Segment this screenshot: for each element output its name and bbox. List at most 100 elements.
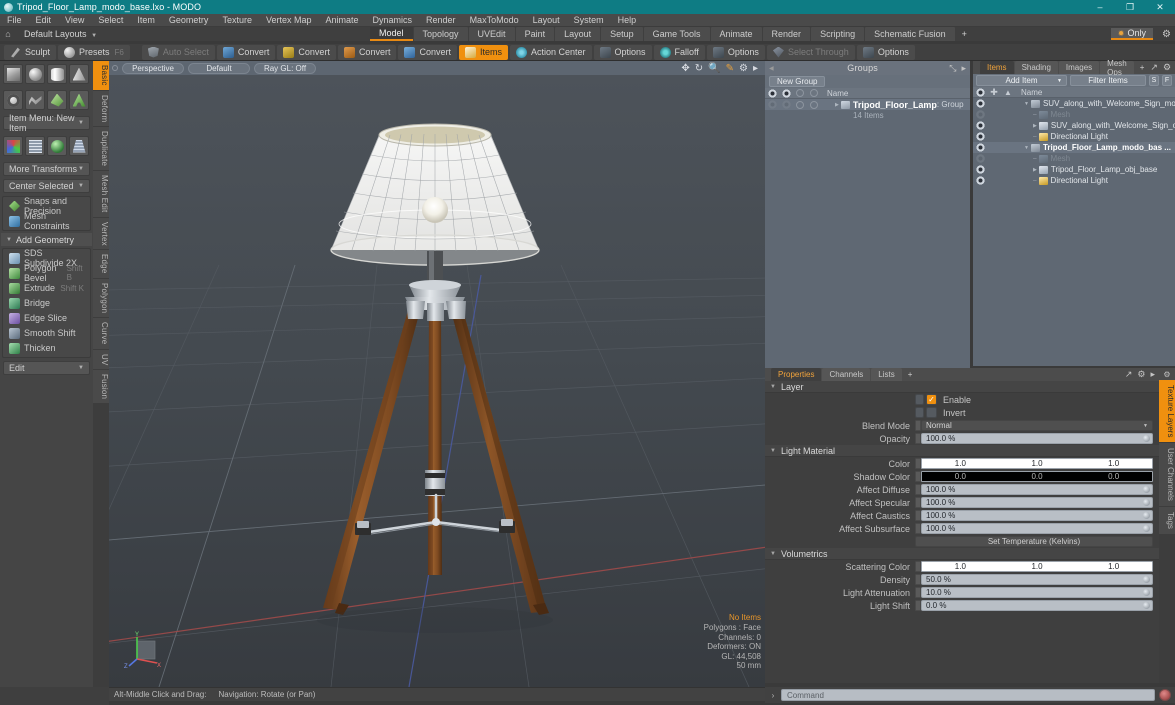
geometry-tool-extrude[interactable]: Extrude Shift K [6,281,87,295]
items-row[interactable]: ▼ Tripod_Floor_Lamp_modo_bas ... [973,142,1175,153]
zoom-icon[interactable]: 🔍 [708,63,720,74]
edit-dropdown[interactable]: Edit ▼ [3,361,90,375]
toolbar-button-select-through[interactable]: Select Through [766,44,855,60]
layout-tab-topology[interactable]: Topology [413,27,468,41]
property-field-affect-diffuse[interactable]: Affect Diffuse 100.0 % [765,483,1159,496]
row-visibility-icon[interactable] [973,121,987,130]
cylinder-shape-icon[interactable] [47,64,67,84]
row-select-icon[interactable] [807,100,821,109]
property-button-set-temperature-kelvins-[interactable]: Set Temperature (Kelvins) [765,535,1159,548]
maximize-button[interactable]: ❐ [1115,0,1145,14]
pillar-icon[interactable] [69,136,89,156]
property-checkbox-invert[interactable]: ✓ Invert [765,406,1159,419]
add-items-tab-button[interactable]: + [1135,61,1150,74]
field-value[interactable]: 100.0 % [921,523,1153,534]
cone-shape-icon[interactable] [69,64,89,84]
property-field-light-attenuation[interactable]: Light Attenuation 10.0 % [765,586,1159,599]
gear-icon[interactable]: ⚙ [1163,62,1171,73]
expand-icon[interactable]: ⤡ [949,63,956,74]
properties-section-layer[interactable]: ▼ Layer [765,381,1159,393]
panel-arrow-icon[interactable]: ▸ [1150,369,1155,380]
slider-knob-icon[interactable] [1143,512,1150,519]
add-item-button[interactable]: Add Item ▼ [976,75,1067,86]
left-vtab-duplicate[interactable]: Duplicate [93,127,109,171]
left-vtab-uv[interactable]: UV [93,349,109,370]
move-icon[interactable]: ✥ [681,63,689,74]
toolbar-button-convert[interactable]: Convert [337,44,397,60]
property-color-shadow-color[interactable]: Shadow Color 0.0 0.0 0.0 [765,470,1159,483]
grid-mesh-icon[interactable] [25,136,45,156]
property-field-density[interactable]: Density 50.0 % [765,573,1159,586]
expand-triangle-icon[interactable]: ─ [1033,156,1037,162]
row-visibility-icon[interactable] [973,154,987,163]
field-value[interactable]: 100.0 % [921,484,1153,495]
menu-item-layout[interactable]: Layout [526,14,567,27]
row-visibility-icon[interactable] [973,99,987,108]
enable-checkbox[interactable]: ✓ [926,394,937,405]
dropdown-value[interactable]: Normal ▼ [921,420,1153,431]
property-checkbox-enable[interactable]: ✓ Enable [765,393,1159,406]
item-menu-dropdown[interactable]: Item Menu: New Item ▼ [3,113,90,133]
groups-row[interactable]: ▶ Tripod_Floor_Lamp: Group [765,99,970,110]
layout-tab-animate[interactable]: Animate [710,27,762,41]
center-selected-dropdown[interactable]: Center Selected ▼ [3,179,90,193]
close-button[interactable]: ✕ [1145,0,1175,14]
field-value[interactable]: 50.0 % [921,574,1153,585]
record-icon[interactable] [1159,689,1171,701]
default-layouts-dropdown[interactable]: Default Layouts ▼ [16,29,105,39]
filter-s-button[interactable]: S [1149,75,1159,86]
expand-icon[interactable]: ↗ [1125,369,1133,380]
color-swatch[interactable]: 1.0 1.0 1.0 [921,561,1153,572]
items-tab-shading[interactable]: Shading [1014,61,1058,74]
toolbar-button-options[interactable]: Options [593,44,652,60]
toolbar-button-action-center[interactable]: Action Center [509,44,592,60]
curve-shape-icon[interactable] [25,90,45,110]
toolbar-button-options[interactable]: Options [856,44,915,60]
items-tab-items[interactable]: Items [980,61,1014,74]
layout-tab-schematic-fusion[interactable]: Schematic Fusion [865,27,955,41]
geometry-tool-thicken[interactable]: Thicken [6,341,87,355]
mesh-constraints-button[interactable]: Mesh Constraints [6,211,87,231]
toolbar-button-options[interactable]: Options [706,44,765,60]
property-field-opacity[interactable]: Opacity 100.0 % [765,432,1159,445]
row-visibility-icon[interactable] [973,110,987,119]
layout-tab-game-tools[interactable]: Game Tools [643,27,710,41]
expand-triangle-icon[interactable]: ▶ [1033,167,1037,173]
left-vtab-mesh-edit[interactable]: Mesh Edit [93,171,109,217]
items-row[interactable]: ▶ Tripod_Floor_Lamp_obj_base [973,164,1175,175]
menu-item-help[interactable]: Help [611,14,644,27]
new-group-button[interactable]: New Group [769,76,826,87]
field-value[interactable]: 100.0 % [921,497,1153,508]
menu-item-system[interactable]: System [567,14,611,27]
expand-triangle-icon[interactable]: ▼ [1024,101,1029,107]
expand-triangle-icon[interactable]: ▼ [1024,145,1029,151]
geometry-tool-bridge[interactable]: Bridge [6,296,87,310]
polygon-shape-icon[interactable] [47,90,67,110]
expand-triangle-icon[interactable]: ─ [1033,134,1037,140]
add-layout-tab-button[interactable]: + [956,27,973,41]
left-vtab-vertex[interactable]: Vertex [93,217,109,250]
gear-icon[interactable]: ⚙ [1162,29,1171,40]
command-input[interactable]: Command [781,689,1155,701]
items-row[interactable]: ─ Directional Light [973,131,1175,142]
expand-triangle-icon[interactable]: ▶ [835,102,839,108]
property-color-color[interactable]: Color 1.0 1.0 1.0 [765,457,1159,470]
geometry-tool-smooth-shift[interactable]: Smooth Shift [6,326,87,340]
property-color-scattering-color[interactable]: Scattering Color 1.0 1.0 1.0 [765,560,1159,573]
field-value[interactable]: 0.0 % [921,600,1153,611]
properties-section-volumetrics[interactable]: ▼ Volumetrics [765,548,1159,560]
expand-triangle-icon[interactable]: ─ [1033,112,1037,118]
menu-item-select[interactable]: Select [91,14,130,27]
field-value[interactable]: 100.0 % [921,433,1153,444]
invert-checkbox[interactable]: ✓ [926,407,937,418]
color-swatch[interactable]: 1.0 1.0 1.0 [921,458,1153,469]
left-vtab-basic[interactable]: Basic [93,61,109,90]
view-mode-dropdown[interactable]: Perspective [122,62,184,74]
row-render-icon[interactable] [779,100,793,109]
layout-tab-scripting[interactable]: Scripting [811,27,865,41]
properties-vtab-user-channels[interactable]: User Channels [1159,443,1175,507]
property-field-affect-caustics[interactable]: Affect Caustics 100.0 % [765,509,1159,522]
slider-knob-icon[interactable] [1143,499,1150,506]
menu-item-maxtomodo[interactable]: MaxToModo [463,14,526,27]
left-vtab-deform[interactable]: Deform [93,90,109,126]
